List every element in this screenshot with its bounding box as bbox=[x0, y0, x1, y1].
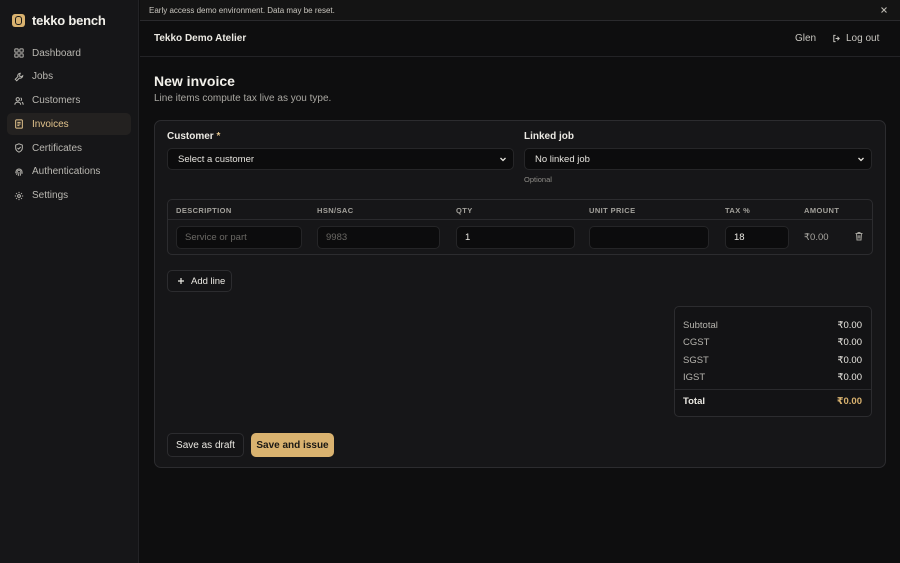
subtotal-value: ₹0.00 bbox=[837, 320, 862, 331]
subtotal-row: Subtotal ₹0.00 bbox=[683, 320, 862, 334]
line-items-table: DESCRIPTION HSN/SAC QTY UNIT PRICE TAX %… bbox=[167, 199, 873, 255]
tax-percent-input[interactable]: 18 bbox=[725, 226, 789, 249]
logout-button[interactable]: Log out bbox=[832, 33, 879, 44]
brand-name: tekko bench bbox=[32, 13, 106, 28]
users-icon bbox=[14, 96, 24, 105]
sidebar-item-dashboard[interactable]: Dashboard bbox=[7, 42, 131, 64]
column-header: DESCRIPTION bbox=[176, 206, 232, 215]
igst-row: IGST ₹0.00 bbox=[683, 372, 862, 386]
column-header: TAX % bbox=[725, 206, 751, 215]
save-draft-button[interactable]: Save as draft bbox=[167, 433, 244, 457]
totals-panel: Subtotal ₹0.00 CGST ₹0.00 SGST ₹0.00 IGS… bbox=[674, 306, 872, 417]
total-label: Total bbox=[683, 396, 705, 407]
column-header: HSN/SAC bbox=[317, 206, 354, 215]
sgst-label: SGST bbox=[683, 355, 709, 366]
line-amount: ₹0.00 bbox=[804, 232, 829, 243]
sidebar-item-certificates[interactable]: Certificates bbox=[7, 137, 131, 159]
sidebar-nav: Dashboard Jobs Customers Invoices Certif… bbox=[7, 42, 131, 209]
cgst-row: CGST ₹0.00 bbox=[683, 337, 862, 351]
logout-label: Log out bbox=[846, 33, 880, 44]
save-and-issue-button[interactable]: Save and issue bbox=[251, 433, 334, 457]
add-line-button[interactable]: Add line bbox=[167, 270, 232, 292]
sidebar-item-invoices[interactable]: Invoices bbox=[7, 113, 131, 136]
user-name[interactable]: Glen bbox=[795, 33, 816, 44]
description-input[interactable]: Service or part bbox=[176, 226, 302, 249]
chevron-down-icon bbox=[858, 157, 864, 162]
add-line-label: Add line bbox=[191, 275, 226, 287]
linked-job-hint: Optional bbox=[524, 175, 552, 184]
total-row: Total ₹0.00 bbox=[683, 396, 862, 410]
document-icon bbox=[15, 119, 23, 130]
cgst-label: CGST bbox=[683, 337, 710, 348]
shield-check-icon bbox=[15, 143, 23, 153]
sidebar-item-label: Dashboard bbox=[32, 47, 81, 59]
sgst-row: SGST ₹0.00 bbox=[683, 355, 862, 369]
unit-price-input[interactable] bbox=[589, 226, 709, 249]
customer-label-text: Customer bbox=[167, 131, 214, 142]
igst-label: IGST bbox=[683, 372, 706, 383]
customer-label: Customer * bbox=[167, 131, 220, 142]
customer-select[interactable]: Select a customer bbox=[167, 148, 514, 170]
sidebar-item-label: Settings bbox=[32, 190, 69, 202]
sidebar-item-customers[interactable]: Customers bbox=[7, 90, 131, 112]
linked-job-select[interactable]: No linked job bbox=[524, 148, 872, 170]
sidebar-item-label: Invoices bbox=[32, 118, 69, 130]
gear-icon bbox=[14, 191, 24, 200]
page-subtitle: Line items compute tax live as you type. bbox=[154, 93, 332, 104]
fingerprint-icon bbox=[15, 168, 23, 177]
brand-logo-icon bbox=[12, 14, 25, 27]
subtotal-label: Subtotal bbox=[683, 320, 718, 331]
sidebar-item-jobs[interactable]: Jobs bbox=[7, 66, 131, 88]
plus-icon bbox=[178, 278, 184, 284]
banner-text: Early access demo environment. Data may … bbox=[149, 5, 335, 15]
sidebar-item-label: Jobs bbox=[32, 71, 54, 83]
logout-icon bbox=[833, 34, 840, 43]
chevron-down-icon bbox=[500, 157, 506, 162]
customer-select-value: Select a customer bbox=[178, 153, 255, 165]
required-mark: * bbox=[216, 131, 221, 142]
sidebar-item-settings[interactable]: Settings bbox=[7, 185, 131, 207]
demo-banner: Early access demo environment. Data may … bbox=[140, 0, 900, 21]
trash-icon[interactable] bbox=[854, 231, 864, 241]
sidebar-item-label: Authentications bbox=[32, 166, 101, 178]
sidebar-item-label: Certificates bbox=[32, 142, 83, 154]
invoice-form-card: Customer * Select a customer Linked job … bbox=[154, 120, 886, 468]
column-header: AMOUNT bbox=[804, 206, 840, 215]
close-icon[interactable] bbox=[880, 6, 888, 14]
wrench-icon bbox=[14, 72, 24, 82]
dashboard-icon bbox=[14, 48, 24, 58]
sidebar: tekko bench Dashboard Jobs Customers Inv… bbox=[0, 0, 139, 563]
sgst-value: ₹0.00 bbox=[837, 355, 862, 366]
igst-value: ₹0.00 bbox=[837, 372, 862, 383]
brand[interactable]: tekko bench bbox=[12, 13, 106, 28]
column-header: UNIT PRICE bbox=[589, 206, 636, 215]
linked-job-label: Linked job bbox=[524, 131, 574, 142]
column-header: QTY bbox=[456, 206, 473, 215]
page-title: New invoice bbox=[154, 73, 235, 89]
cgst-value: ₹0.00 bbox=[837, 337, 862, 348]
org-name: Tekko Demo Atelier bbox=[154, 33, 247, 44]
table-header: DESCRIPTION HSN/SAC QTY UNIT PRICE TAX %… bbox=[168, 200, 872, 220]
topbar: Tekko Demo Atelier Glen Log out bbox=[140, 21, 900, 57]
main-area: Early access demo environment. Data may … bbox=[140, 0, 900, 563]
totals-divider bbox=[675, 389, 871, 390]
total-value: ₹0.00 bbox=[836, 396, 862, 407]
hsn-sac-input[interactable]: 9983 bbox=[317, 226, 440, 249]
sidebar-item-label: Customers bbox=[32, 95, 81, 107]
linked-job-select-value: No linked job bbox=[535, 153, 590, 165]
sidebar-item-authentications[interactable]: Authentications bbox=[7, 161, 131, 183]
quantity-input[interactable]: 1 bbox=[456, 226, 575, 249]
